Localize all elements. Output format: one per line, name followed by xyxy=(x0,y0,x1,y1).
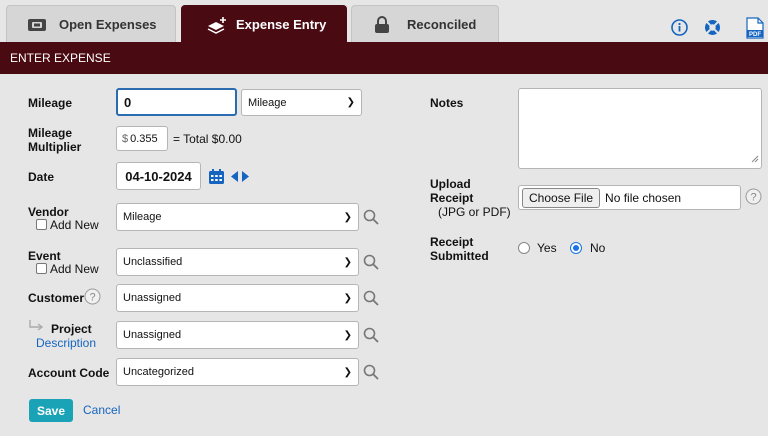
event-add-new-checkbox[interactable] xyxy=(36,263,47,274)
date-value: 04-10-2024 xyxy=(125,168,192,184)
search-icon[interactable] xyxy=(363,364,379,383)
vendor-select[interactable]: Mileage ❯ xyxy=(116,203,359,231)
multiplier-label-line1: Mileage xyxy=(28,126,73,140)
search-icon[interactable] xyxy=(363,327,379,346)
choose-file-button[interactable]: Choose File xyxy=(522,187,601,208)
mileage-type-select[interactable]: Mileage ❯ xyxy=(241,89,362,116)
total-text: = Total $0.00 xyxy=(173,132,242,146)
date-label: Date xyxy=(28,170,55,184)
account-code-value: Uncategorized xyxy=(123,366,194,378)
tab-reconciled[interactable]: Reconciled xyxy=(351,5,499,42)
event-add-new[interactable]: Add New xyxy=(36,262,99,276)
project-label: Project xyxy=(51,322,92,336)
receipt-submitted-line1: Receipt xyxy=(430,235,474,249)
receipt-yes-label: Yes xyxy=(537,241,557,255)
vendor-label: Vendor xyxy=(28,205,69,219)
project-description-link[interactable]: Description xyxy=(36,336,96,350)
customer-select[interactable]: Unassigned ❯ xyxy=(116,284,359,312)
help-question-icon[interactable]: ? xyxy=(84,288,101,308)
customer-value: Unassigned xyxy=(123,292,182,304)
notes-textarea[interactable] xyxy=(518,88,762,169)
currency-symbol: $ xyxy=(122,132,129,145)
info-icon[interactable] xyxy=(671,19,688,39)
cancel-link[interactable]: Cancel xyxy=(83,403,120,417)
mileage-value: 0 xyxy=(124,94,132,110)
upload-label-line1: Upload xyxy=(430,177,471,191)
multiplier-label-line2: Multiplier xyxy=(28,140,82,154)
vendor-add-new-checkbox[interactable] xyxy=(36,219,47,230)
tab-bar: Open Expenses Expense Entry Reconciled P… xyxy=(0,0,768,42)
event-select[interactable]: Unclassified ❯ xyxy=(116,248,359,276)
mileage-type-value: Mileage xyxy=(248,96,287,109)
chevron-down-icon: ❯ xyxy=(343,329,352,341)
tab-expense-entry[interactable]: Expense Entry xyxy=(181,5,347,42)
tab-label: Open Expenses xyxy=(59,17,157,32)
resize-handle-icon[interactable] xyxy=(751,152,759,166)
chevron-down-icon: ❯ xyxy=(343,366,352,378)
section-title: ENTER EXPENSE xyxy=(10,51,111,65)
vendor-value: Mileage xyxy=(123,211,162,223)
svg-text:?: ? xyxy=(750,192,756,204)
vendor-add-new-label: Add New xyxy=(50,218,99,232)
pdf-icon-label: PDF xyxy=(749,32,761,38)
mileage-label: Mileage xyxy=(28,96,73,110)
section-header: ENTER EXPENSE xyxy=(0,42,768,74)
next-date-arrow-icon[interactable] xyxy=(241,171,249,185)
tab-label: Reconciled xyxy=(407,17,477,32)
vendor-add-new[interactable]: Add New xyxy=(36,218,99,232)
previous-date-arrow-icon[interactable] xyxy=(231,171,239,185)
chevron-down-icon: ❯ xyxy=(343,211,352,223)
stack-plus-icon xyxy=(206,16,228,37)
search-icon[interactable] xyxy=(363,290,379,309)
help-question-icon[interactable]: ? xyxy=(745,188,762,208)
project-value: Unassigned xyxy=(123,329,182,341)
tab-open-expenses[interactable]: Open Expenses xyxy=(6,5,176,42)
receipt-yes-radio[interactable] xyxy=(518,242,530,254)
chevron-down-icon: ❯ xyxy=(346,97,355,108)
upload-label-line3: (JPG or PDF) xyxy=(438,205,511,219)
event-value: Unclassified xyxy=(123,256,183,268)
tab-label: Expense Entry xyxy=(236,17,327,32)
receipt-submitted-label: Receipt Submitted xyxy=(430,235,489,263)
receipt-no-radio[interactable] xyxy=(570,242,582,254)
help-life-ring-icon[interactable] xyxy=(704,19,721,39)
lock-icon xyxy=(374,16,390,37)
notes-label: Notes xyxy=(430,96,464,110)
upload-receipt-label: Upload Receipt (JPG or PDF) xyxy=(430,177,511,219)
account-code-label: Account Code xyxy=(28,366,110,380)
multiplier-input[interactable]: $ 0.355 xyxy=(116,126,168,151)
file-upload[interactable]: Choose File No file chosen xyxy=(518,185,741,210)
receipt-submitted-line2: Submitted xyxy=(430,249,489,263)
customer-label: Customer xyxy=(28,291,85,305)
wallet-icon xyxy=(27,17,47,36)
multiplier-label: Mileage Multiplier xyxy=(28,126,81,154)
upload-label-line2: Receipt xyxy=(430,191,474,205)
event-label: Event xyxy=(28,249,61,263)
project-select[interactable]: Unassigned ❯ xyxy=(116,321,359,349)
receipt-no-label: No xyxy=(590,241,606,255)
multiplier-value: 0.355 xyxy=(130,132,158,145)
date-input[interactable]: 04-10-2024 xyxy=(116,162,201,190)
search-icon[interactable] xyxy=(363,209,379,228)
chevron-down-icon: ❯ xyxy=(343,256,352,268)
pdf-icon[interactable]: PDF xyxy=(746,17,764,42)
sub-item-arrow-icon xyxy=(28,320,44,335)
mileage-input[interactable]: 0 xyxy=(116,88,237,116)
save-button[interactable]: Save xyxy=(29,399,73,422)
account-code-select[interactable]: Uncategorized ❯ xyxy=(116,358,359,386)
search-icon[interactable] xyxy=(363,254,379,273)
chevron-down-icon: ❯ xyxy=(343,292,352,304)
no-file-text: No file chosen xyxy=(605,190,682,205)
svg-text:?: ? xyxy=(89,292,95,304)
event-add-new-label: Add New xyxy=(50,262,99,276)
calendar-icon[interactable] xyxy=(208,168,225,188)
